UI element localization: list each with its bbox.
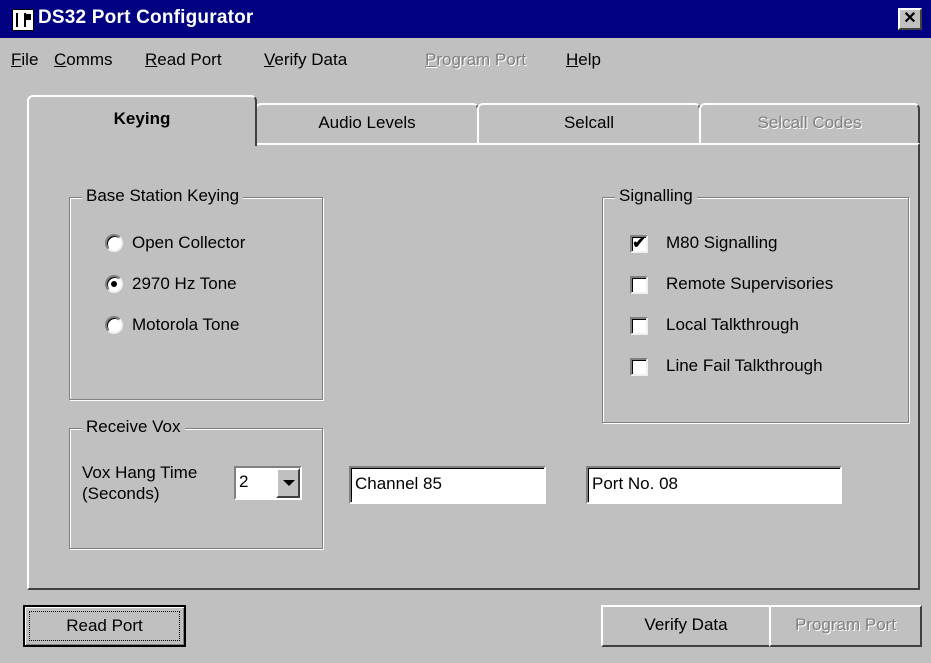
keying-panel: Base Station Keying Open Collector 2970 … bbox=[27, 143, 920, 590]
option-label[interactable]: Open Collector bbox=[132, 233, 245, 253]
menu-verify-data[interactable]: Verify Data bbox=[264, 50, 347, 70]
checkbox-m80-signalling[interactable]: ✔ bbox=[630, 235, 648, 253]
tab-audio-levels[interactable]: Audio Levels bbox=[255, 103, 479, 143]
checkbox-remote-supervisories[interactable] bbox=[630, 276, 648, 294]
vox-hang-time-label: Vox Hang Time bbox=[82, 463, 198, 482]
option-label[interactable]: Remote Supervisories bbox=[666, 274, 833, 294]
group-label: Base Station Keying bbox=[82, 186, 244, 206]
tab-keying[interactable]: Keying bbox=[27, 95, 257, 146]
read-port-button[interactable]: Read Port bbox=[23, 605, 186, 647]
title-bar[interactable]: DS32 Port Configurator ✕ bbox=[0, 0, 931, 38]
menu-read-port[interactable]: Read Port bbox=[145, 50, 222, 70]
port-number-field[interactable]: Port No. 08 bbox=[586, 466, 842, 504]
radio-open-collector[interactable] bbox=[105, 234, 123, 252]
vox-hang-time-value: 2 bbox=[239, 472, 249, 491]
group-label: Receive Vox bbox=[82, 417, 185, 437]
read-port-label: Read Port bbox=[29, 611, 180, 641]
vox-hang-time-unit-label: (Seconds) bbox=[82, 484, 160, 503]
group-label: Signalling bbox=[615, 186, 697, 206]
close-button[interactable]: ✕ bbox=[898, 8, 922, 30]
option-label[interactable]: 2970 Hz Tone bbox=[132, 274, 237, 294]
radio-motorola-tone[interactable] bbox=[105, 316, 123, 334]
radio-2970hz-tone[interactable] bbox=[105, 275, 123, 293]
base-station-keying-group: Base Station Keying Open Collector 2970 … bbox=[69, 186, 323, 400]
verify-data-button[interactable]: Verify Data bbox=[601, 605, 771, 647]
option-label[interactable]: Motorola Tone bbox=[132, 315, 239, 335]
tab-selcall[interactable]: Selcall bbox=[477, 103, 701, 143]
option-label[interactable]: Local Talkthrough bbox=[666, 315, 799, 335]
option-label[interactable]: Line Fail Talkthrough bbox=[666, 356, 823, 376]
checkbox-line-fail-talkthrough[interactable] bbox=[630, 358, 648, 376]
vox-hang-time-select[interactable]: 2 bbox=[234, 466, 302, 500]
option-label[interactable]: M80 Signalling bbox=[666, 233, 778, 253]
checkbox-local-talkthrough[interactable] bbox=[630, 317, 648, 335]
chevron-down-icon[interactable] bbox=[276, 468, 300, 498]
window-title: DS32 Port Configurator bbox=[38, 7, 254, 28]
menu-file[interactable]: File bbox=[11, 50, 38, 70]
menu-bar: File Comms Read Port Verify Data Program… bbox=[0, 44, 931, 74]
receive-vox-group: Receive Vox Vox Hang Time (Seconds) 2 bbox=[69, 417, 323, 549]
program-port-button: Program Port bbox=[769, 605, 922, 647]
menu-program-port: Program Port bbox=[425, 50, 527, 69]
menu-help[interactable]: Help bbox=[566, 50, 601, 70]
tab-selcall-codes: Selcall Codes bbox=[699, 103, 920, 143]
menu-comms[interactable]: Comms bbox=[54, 50, 113, 70]
channel-field[interactable]: Channel 85 bbox=[349, 466, 546, 504]
signalling-group: Signalling ✔ M80 Signalling Remote Super… bbox=[602, 186, 909, 423]
app-icon[interactable] bbox=[12, 9, 34, 31]
